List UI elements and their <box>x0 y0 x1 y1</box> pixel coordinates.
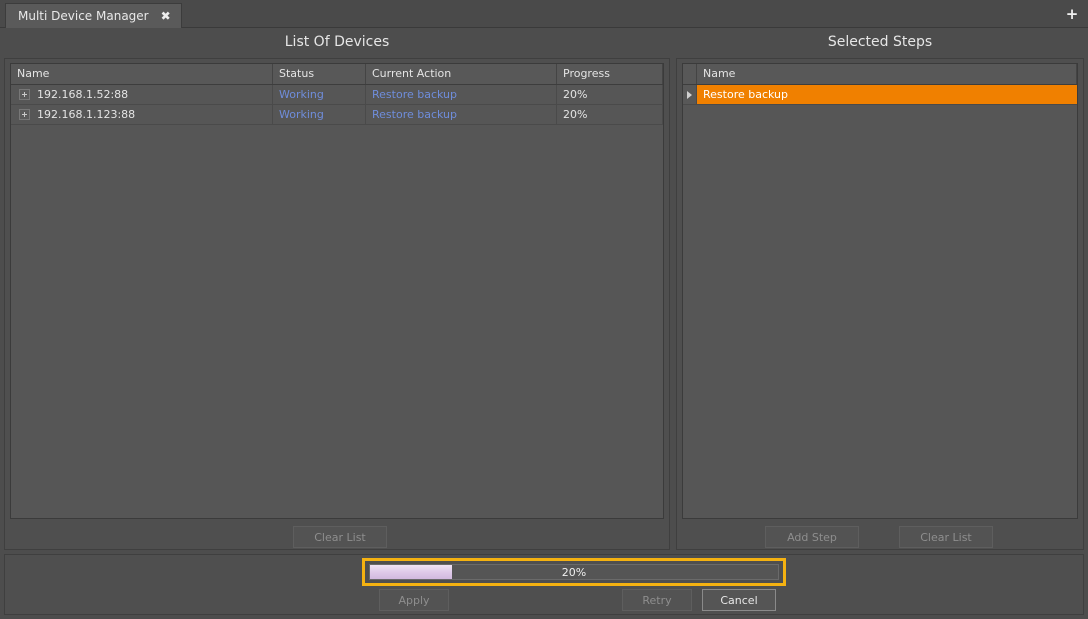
steps-panel-title: Selected Steps <box>676 32 1084 52</box>
clear-devices-list-button[interactable]: Clear List <box>293 526 387 548</box>
device-status-cell: Working <box>273 105 366 124</box>
column-header-status[interactable]: Status <box>273 64 366 84</box>
steps-panel: Name Restore backup <box>676 58 1084 550</box>
row-indicator-icon <box>687 91 692 99</box>
progress-bar: 20% <box>369 564 779 580</box>
step-name-cell: Restore backup <box>697 85 1077 104</box>
retry-button[interactable]: Retry <box>622 589 692 611</box>
device-name-cell[interactable]: 192.168.1.123:88 <box>11 105 273 124</box>
tab-label: Multi Device Manager <box>18 9 149 23</box>
device-current-action-cell: Restore backup <box>366 85 557 104</box>
steps-grid-header: Name <box>683 64 1077 85</box>
expand-icon[interactable] <box>19 89 30 100</box>
progress-bar-label: 20% <box>370 565 778 579</box>
column-header-progress[interactable]: Progress <box>557 64 663 84</box>
expand-icon[interactable] <box>19 109 30 120</box>
table-row[interactable]: 192.168.1.52:88 Working Restore backup 2… <box>11 85 663 105</box>
table-row[interactable]: 192.168.1.123:88 Working Restore backup … <box>11 105 663 125</box>
add-step-button[interactable]: Add Step <box>765 526 859 548</box>
plus-icon[interactable]: + <box>1062 5 1082 23</box>
devices-grid-header: Name Status Current Action Progress <box>11 64 663 85</box>
table-row[interactable]: Restore backup <box>683 85 1077 105</box>
cancel-button[interactable]: Cancel <box>702 589 776 611</box>
tab-strip: Multi Device Manager ✖ + <box>0 0 1088 28</box>
devices-panel: Name Status Current Action Progress 192.… <box>4 58 670 550</box>
devices-grid[interactable]: Name Status Current Action Progress 192.… <box>10 63 664 519</box>
device-name-label: 192.168.1.123:88 <box>37 105 135 124</box>
apply-button[interactable]: Apply <box>379 589 449 611</box>
devices-panel-title: List Of Devices <box>4 32 670 52</box>
device-progress-cell: 20% <box>557 105 663 124</box>
device-progress-cell: 20% <box>557 85 663 104</box>
clear-steps-list-button[interactable]: Clear List <box>899 526 993 548</box>
tab-multi-device-manager[interactable]: Multi Device Manager ✖ <box>5 3 182 28</box>
row-selector-gutter[interactable] <box>683 85 697 104</box>
device-name-label: 192.168.1.52:88 <box>37 85 128 104</box>
row-selector-gutter-header <box>683 64 697 84</box>
progress-focus-frame: 20% <box>362 558 786 586</box>
close-icon[interactable]: ✖ <box>161 10 171 22</box>
column-header-current-action[interactable]: Current Action <box>366 64 557 84</box>
device-name-cell[interactable]: 192.168.1.52:88 <box>11 85 273 104</box>
device-status-cell: Working <box>273 85 366 104</box>
steps-grid[interactable]: Name Restore backup <box>682 63 1078 519</box>
column-header-name[interactable]: Name <box>11 64 273 84</box>
column-header-step-name[interactable]: Name <box>697 64 1077 84</box>
device-current-action-cell: Restore backup <box>366 105 557 124</box>
